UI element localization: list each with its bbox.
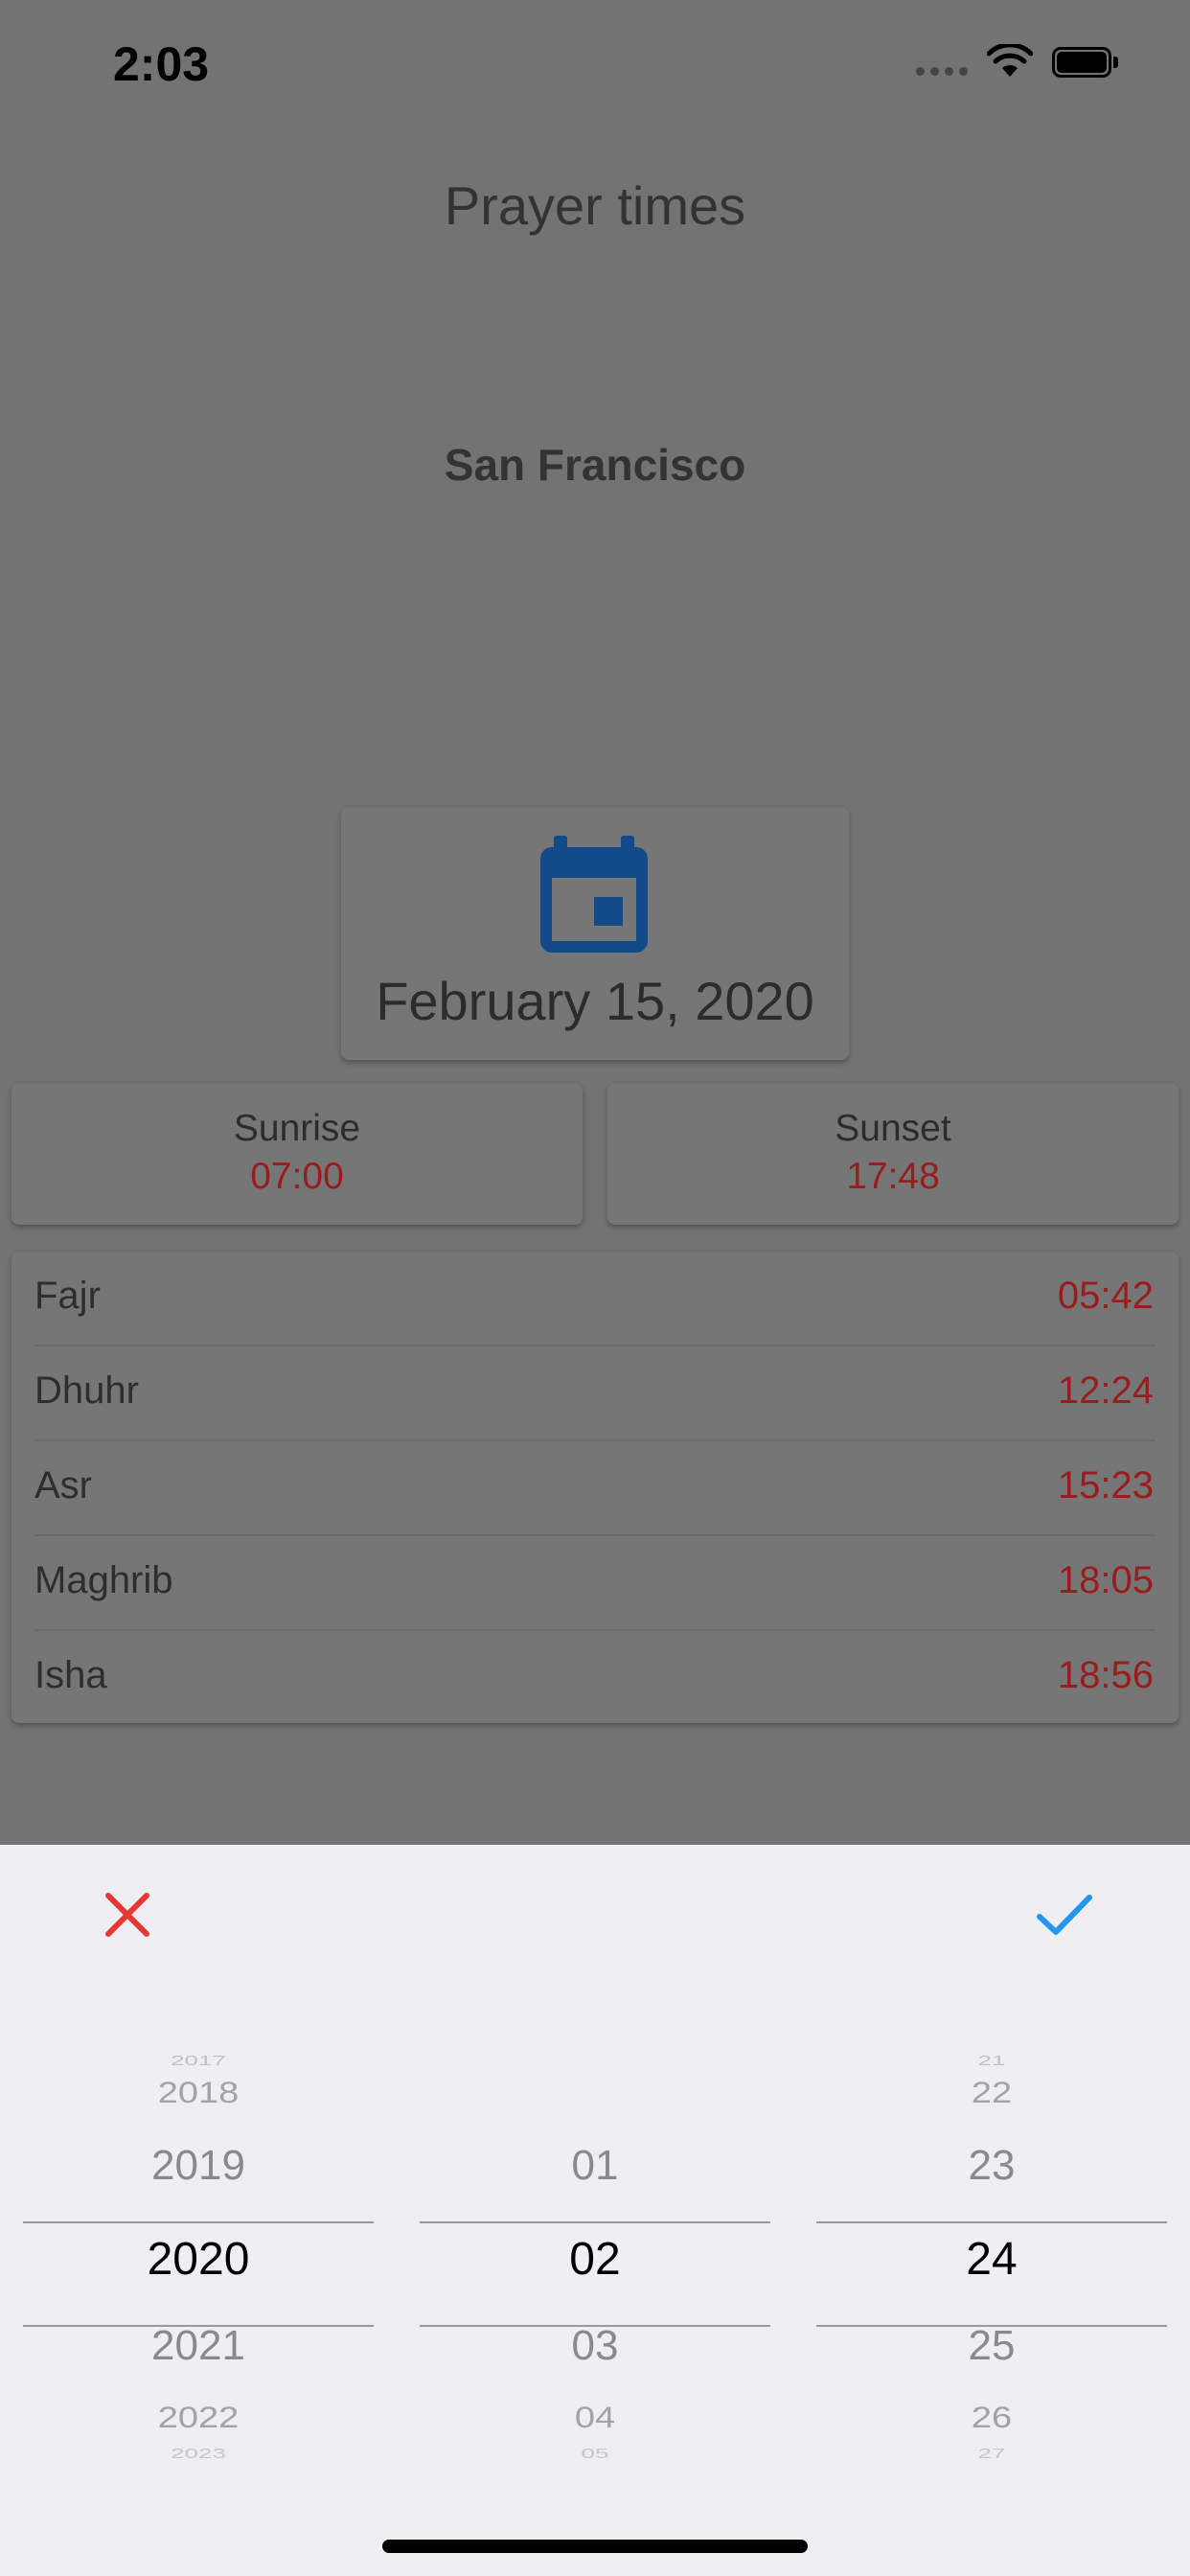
wheel-selection-line [816, 2221, 1167, 2223]
prayer-time: 18:05 [1057, 1559, 1154, 1601]
wheel-item[interactable]: 01 [420, 2142, 770, 2190]
prayer-row-isha: Isha 18:56 [11, 1631, 1179, 1726]
prayer-name: Asr [34, 1464, 92, 1506]
wheel-item[interactable]: 26 [816, 2402, 1167, 2435]
month-wheel[interactable]: 01 02 03 04 05 [420, 2036, 770, 2461]
close-icon[interactable] [101, 1888, 154, 1942]
selected-date: February 15, 2020 [376, 971, 814, 1031]
year-wheel[interactable]: 2017 2018 2019 2020 2021 2022 2023 [23, 2036, 374, 2461]
prayer-name: Dhuhr [34, 1369, 139, 1412]
sunset-time: 17:48 [846, 1156, 940, 1197]
battery-icon [1052, 47, 1118, 78]
prayer-name: Maghrib [34, 1559, 173, 1601]
wheel-item[interactable]: 25 [816, 2322, 1167, 2370]
wheel-item[interactable]: 03 [420, 2322, 770, 2370]
day-wheel[interactable]: 21 22 23 24 25 26 27 [816, 2036, 1167, 2461]
wheel-item[interactable]: 2019 [23, 2142, 374, 2190]
wheel-item[interactable]: 23 [816, 2142, 1167, 2190]
sunrise-card: Sunrise 07:00 [11, 1083, 583, 1225]
sunset-card: Sunset 17:48 [607, 1083, 1179, 1225]
page-title: Prayer times [444, 175, 746, 236]
checkmark-icon[interactable] [1035, 1888, 1094, 1942]
wheel-item[interactable]: 22 [816, 2077, 1167, 2110]
prayer-row-fajr: Fajr 05:42 [11, 1252, 1179, 1346]
home-indicator[interactable] [382, 2540, 808, 2553]
sunrise-time: 07:00 [250, 1156, 344, 1197]
wheel-item[interactable]: 21 [816, 2053, 1167, 2069]
wheel-item[interactable]: 2023 [23, 2446, 374, 2462]
prayer-row-dhuhr: Dhuhr 12:24 [11, 1346, 1179, 1441]
prayer-name: Fajr [34, 1275, 101, 1317]
prayer-row-asr: Asr 15:23 [11, 1441, 1179, 1536]
wheel-item-selected[interactable]: 24 [816, 2233, 1167, 2286]
prayer-time: 12:24 [1057, 1369, 1154, 1412]
wheel-item-selected[interactable]: 02 [420, 2233, 770, 2286]
prayer-name: Isha [34, 1654, 107, 1696]
prayer-time: 18:56 [1057, 1654, 1154, 1696]
prayer-time: 05:42 [1057, 1275, 1154, 1317]
sunset-label: Sunset [835, 1108, 951, 1149]
wheel-item[interactable]: 05 [420, 2446, 770, 2462]
wheel-item[interactable]: 2017 [23, 2053, 374, 2069]
prayer-times-list: Fajr 05:42 Dhuhr 12:24 Asr 15:23 Maghrib… [11, 1252, 1179, 1723]
prayer-row-maghrib: Maghrib 18:05 [11, 1536, 1179, 1631]
wifi-icon [987, 44, 1033, 77]
sunrise-label: Sunrise [233, 1108, 361, 1149]
wheel-item[interactable]: 2022 [23, 2402, 374, 2435]
prayer-time: 15:23 [1057, 1464, 1154, 1506]
wheel-item[interactable]: 2021 [23, 2322, 374, 2370]
wheel-item[interactable]: 04 [420, 2402, 770, 2435]
city-name: San Francisco [444, 440, 746, 490]
wheel-item-selected[interactable]: 2020 [23, 2233, 374, 2286]
wheel-selection-line [420, 2221, 770, 2223]
date-selector-card[interactable]: February 15, 2020 [341, 807, 849, 1060]
cellular-signal-icon [916, 67, 970, 79]
wheel-selection-line [23, 2221, 374, 2223]
date-picker-sheet: 2017 2018 2019 2020 2021 2022 2023 01 02… [0, 1845, 1190, 2576]
status-time: 2:03 [113, 37, 210, 91]
wheel-item[interactable]: 27 [816, 2446, 1167, 2462]
wheel-item[interactable]: 2018 [23, 2077, 374, 2110]
calendar-icon [540, 836, 648, 953]
